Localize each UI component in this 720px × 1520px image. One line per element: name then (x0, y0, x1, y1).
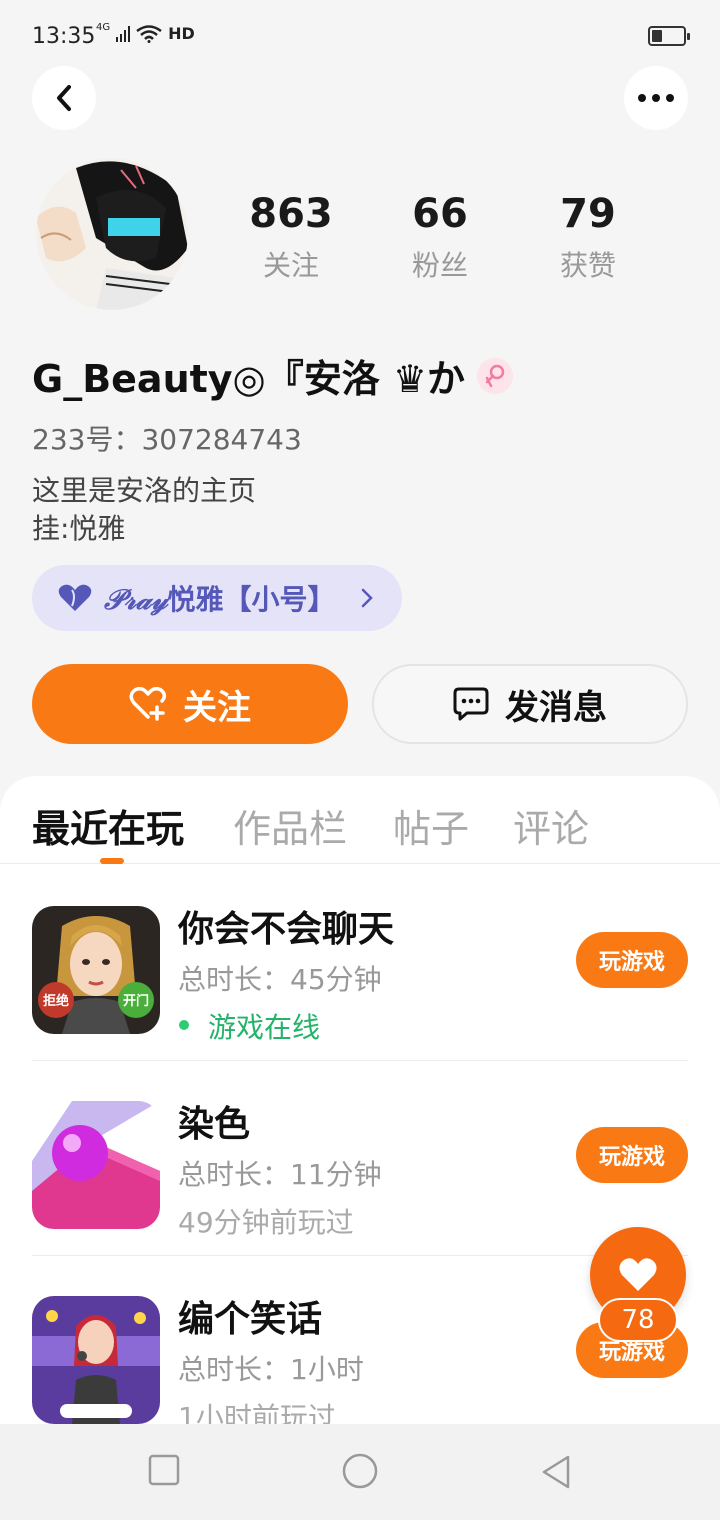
game-status: 游戏在线 (208, 1011, 321, 1044)
recent-apps-icon[interactable] (148, 1454, 180, 1486)
follow-label: 关注 (183, 687, 251, 728)
message-label: 发消息 (505, 687, 607, 728)
status-icons: 4G HD (96, 22, 195, 43)
status-time: 13:35 (32, 24, 96, 49)
bio-line: 挂:悦雅 (32, 512, 126, 545)
play-game-button[interactable]: 玩游戏 (576, 932, 688, 988)
game-title: 你会不会聊天 (178, 909, 395, 950)
network-label: HD (168, 24, 195, 43)
stat-label: 获赞 (559, 249, 616, 282)
username-text: G_Beauty◎『安洛 ♛か (32, 357, 466, 401)
tab-works[interactable]: 作品栏 (233, 798, 347, 853)
message-button[interactable]: 发消息 (372, 664, 688, 744)
heart-icon (619, 1258, 657, 1291)
signal-icon (116, 25, 131, 42)
follow-button[interactable]: 关注 (32, 664, 348, 744)
heart-plus-icon (129, 687, 167, 721)
system-nav-bar (0, 1424, 720, 1520)
icon-label-open: 开门 (123, 993, 149, 1009)
guild-name: 𝒫𝓇𝒶𝓎悦雅【小号】 (104, 578, 336, 618)
game-status: 1小时前玩过 (178, 1401, 336, 1426)
bio-line: 这里是安洛的主页 (32, 474, 257, 507)
game-title: 染色 (178, 1104, 251, 1145)
game-row[interactable]: 拒绝 开门 你会不会聊天 总时长：45分钟 游戏在线 玩游戏 (0, 866, 720, 1061)
stat-value: 79 (560, 191, 616, 237)
stat-value: 66 (412, 191, 468, 237)
chevron-right-icon (361, 588, 373, 608)
icon-label-reject: 拒绝 (43, 993, 69, 1009)
guild-link[interactable]: 𝒫𝓇𝒶𝓎悦雅【小号】 (32, 565, 402, 631)
heart-icon (58, 584, 92, 611)
home-icon[interactable] (341, 1452, 379, 1490)
stat-label: 关注 (262, 249, 319, 282)
tab-posts[interactable]: 帖子 (393, 798, 469, 853)
chat-icon (453, 687, 489, 721)
avatar[interactable] (36, 158, 188, 310)
username: G_Beauty◎『安洛 ♛か (32, 348, 514, 403)
stat-value: 863 (249, 191, 333, 237)
game-duration: 总时长：45分钟 (178, 963, 382, 996)
back-button[interactable] (32, 66, 96, 130)
game-icon: 拒绝 开门 (32, 906, 160, 1034)
status-bar: 13:35 4G HD (0, 0, 720, 70)
stat-fans[interactable]: 66 粉丝 (380, 188, 500, 284)
game-duration: 总时长：11分钟 (178, 1158, 382, 1191)
chevron-left-icon (57, 85, 71, 111)
more-button[interactable] (624, 66, 688, 130)
signal-label: 4G (96, 22, 111, 33)
play-game-button[interactable]: 玩游戏 (576, 1127, 688, 1183)
like-count: 78 (598, 1298, 678, 1342)
tab-indicator (100, 858, 124, 864)
battery-icon (648, 26, 690, 46)
game-status: 49分钟前玩过 (178, 1206, 354, 1239)
stat-following[interactable]: 863 关注 (231, 188, 351, 284)
game-duration: 总时长：1小时 (178, 1353, 364, 1386)
game-title: 编个笑话 (178, 1299, 323, 1340)
female-icon (477, 357, 514, 394)
guild-label: 悦雅【小号】 (167, 583, 336, 616)
avatar-image (36, 158, 188, 310)
more-icon (638, 94, 674, 102)
stat-likes[interactable]: 79 获赞 (528, 188, 648, 284)
tab-recent[interactable]: 最近在玩 (32, 798, 184, 853)
game-icon (32, 1296, 160, 1424)
game-icon (32, 1101, 160, 1229)
online-indicator (179, 1020, 189, 1030)
back-nav-icon[interactable] (540, 1454, 572, 1490)
game-row[interactable]: 染色 总时长：11分钟 49分钟前玩过 玩游戏 (0, 1061, 720, 1256)
user-id: 233号：307284743 (32, 423, 302, 456)
tab-comments[interactable]: 评论 (513, 798, 589, 853)
tab-bar: 最近在玩 作品栏 帖子 评论 (0, 776, 720, 864)
guild-prefix: 𝒫𝓇𝒶𝓎 (104, 583, 168, 616)
wifi-icon (136, 24, 162, 43)
bio: 这里是安洛的主页 挂:悦雅 (32, 472, 256, 548)
stat-label: 粉丝 (411, 249, 468, 282)
